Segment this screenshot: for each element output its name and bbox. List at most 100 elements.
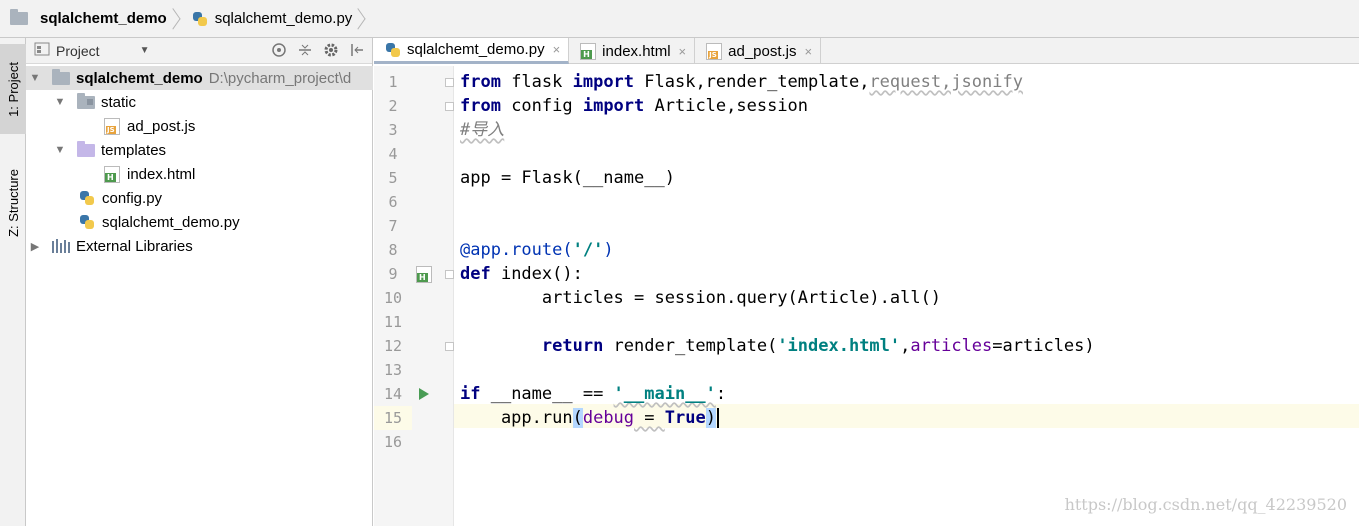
line-number: 1 bbox=[388, 73, 398, 91]
python-file-icon bbox=[78, 214, 96, 230]
tab-label: index.html bbox=[602, 42, 671, 60]
line-number: 7 bbox=[388, 217, 398, 235]
line-number: 5 bbox=[388, 169, 398, 187]
project-view-selector[interactable]: Project bbox=[56, 43, 100, 59]
code-line-12: return render_template('index.html',arti… bbox=[541, 336, 1095, 356]
fold-icon[interactable] bbox=[444, 70, 454, 94]
breadcrumb-separator bbox=[173, 0, 187, 38]
tree-item-main[interactable]: sqlalchemt_demo.py bbox=[26, 210, 373, 234]
chevron-down-icon[interactable]: ▼ bbox=[53, 144, 67, 156]
tree-item-root[interactable]: ▼ sqlalchemt_demo D:\pycharm_project\d bbox=[26, 66, 373, 90]
fold-icon[interactable] bbox=[444, 94, 454, 118]
chevron-down-icon[interactable]: ▼ bbox=[53, 96, 67, 108]
tree-root-label: sqlalchemt_demo bbox=[76, 69, 203, 87]
tree-item-label: ad_post.js bbox=[127, 117, 196, 135]
line-number: 13 bbox=[383, 361, 403, 379]
tool-window-strip: 1: Project Z: Structure bbox=[0, 38, 26, 526]
code-line-3: #导入 bbox=[460, 120, 505, 140]
breadcrumb-separator bbox=[358, 0, 372, 38]
html-file-icon bbox=[103, 165, 121, 183]
js-file-icon bbox=[705, 42, 723, 60]
fold-icon[interactable] bbox=[444, 334, 454, 358]
tab-sqlalchemt-demo-py[interactable]: sqlalchemt_demo.py × bbox=[374, 38, 570, 64]
line-number: 10 bbox=[383, 289, 403, 307]
chevron-down-icon[interactable]: ▼ bbox=[28, 72, 42, 84]
line-number: 6 bbox=[388, 193, 398, 211]
structure-tool-label: Z: Structure bbox=[5, 169, 21, 237]
line-number: 9 bbox=[388, 265, 398, 283]
tree-item-label: config.py bbox=[102, 189, 163, 207]
line-number: 11 bbox=[383, 313, 403, 331]
breadcrumb-project[interactable]: sqlalchemt_demo bbox=[10, 0, 167, 37]
html-template-gutter-icon[interactable] bbox=[412, 262, 436, 286]
tree-item-templates[interactable]: ▼ templates bbox=[26, 138, 373, 162]
tree-item-label: templates bbox=[101, 141, 167, 159]
tab-structure-tool[interactable]: Z: Structure bbox=[0, 148, 26, 258]
code-line-10: articles = session.query(Article).all() bbox=[460, 288, 942, 308]
tree-item-static[interactable]: ▼ static bbox=[26, 90, 373, 114]
text-caret bbox=[716, 408, 719, 428]
editor-gutter: 1 2 3 4 5 6 7 8 9 10 11 12 13 14 15 16 bbox=[374, 66, 454, 526]
editor-tabs: sqlalchemt_demo.py × index.html × ad_pos… bbox=[374, 38, 1359, 64]
tree-item-config[interactable]: config.py bbox=[26, 186, 373, 210]
locate-icon[interactable] bbox=[270, 41, 288, 59]
run-icon[interactable] bbox=[412, 382, 436, 406]
settings-icon[interactable] bbox=[322, 41, 340, 59]
line-number: 3 bbox=[388, 121, 398, 139]
caret-down-icon[interactable]: ▼ bbox=[140, 45, 150, 56]
breadcrumb-file-label: sqlalchemt_demo.py bbox=[214, 10, 353, 27]
chevron-right-icon[interactable]: ▶ bbox=[28, 240, 42, 253]
python-file-icon bbox=[191, 11, 209, 27]
line-number: 14 bbox=[383, 385, 403, 403]
close-icon[interactable]: × bbox=[553, 42, 561, 57]
project-panel-header: Project ▼ bbox=[26, 38, 372, 64]
tree-item-index[interactable]: index.html bbox=[26, 162, 373, 186]
tab-index-html[interactable]: index.html × bbox=[569, 38, 696, 64]
folder-icon bbox=[77, 92, 95, 110]
library-icon bbox=[52, 238, 70, 254]
tab-project-tool[interactable]: 1: Project bbox=[0, 44, 26, 134]
tree-item-external-libraries[interactable]: ▶ External Libraries bbox=[26, 234, 373, 258]
tree-item-label: index.html bbox=[127, 165, 196, 183]
tree-root-path: D:\pycharm_project\d bbox=[208, 69, 352, 87]
code-text-area[interactable]: from flask import Flask,render_template,… bbox=[454, 66, 1359, 526]
close-icon[interactable]: × bbox=[805, 44, 813, 59]
line-number: 16 bbox=[383, 433, 403, 451]
code-line-5: app = Flask(__name__) bbox=[460, 168, 675, 188]
watermark-text: https://blog.csdn.net/qq_42239520 bbox=[1064, 495, 1347, 514]
tree-item-label: sqlalchemt_demo.py bbox=[102, 213, 240, 231]
project-tool-label: 1: Project bbox=[5, 61, 21, 117]
folder-icon bbox=[52, 68, 70, 86]
html-file-icon bbox=[579, 42, 597, 60]
fold-icon[interactable] bbox=[444, 262, 454, 286]
code-line-9: def index(): bbox=[460, 264, 583, 284]
line-number: 8 bbox=[388, 241, 398, 259]
line-number: 12 bbox=[383, 337, 403, 355]
line-number: 2 bbox=[388, 97, 398, 115]
code-line-15: app.run(debug = True) bbox=[460, 406, 719, 430]
line-number: 15 bbox=[374, 406, 412, 430]
code-line-2: from config import Article,session bbox=[460, 96, 809, 116]
tab-label: ad_post.js bbox=[728, 42, 797, 60]
tab-label: sqlalchemt_demo.py bbox=[407, 41, 545, 58]
code-editor: sqlalchemt_demo.py × index.html × ad_pos… bbox=[374, 38, 1359, 526]
navigation-bar: sqlalchemt_demo sqlalchemt_demo.py bbox=[0, 0, 1359, 38]
tab-ad-post-js[interactable]: ad_post.js × bbox=[695, 38, 822, 64]
breadcrumb-project-label: sqlalchemt_demo bbox=[40, 10, 167, 27]
folder-icon bbox=[77, 140, 95, 158]
line-number: 4 bbox=[388, 145, 398, 163]
collapse-icon[interactable] bbox=[296, 41, 314, 59]
code-line-1: from flask import Flask,render_template,… bbox=[460, 72, 1023, 92]
code-line-8: @app.route('/') bbox=[460, 240, 614, 260]
python-file-icon bbox=[384, 42, 402, 58]
tree-item-ad-post[interactable]: ad_post.js bbox=[26, 114, 373, 138]
folder-icon bbox=[10, 9, 28, 27]
breadcrumb-file[interactable]: sqlalchemt_demo.py bbox=[191, 0, 353, 37]
python-file-icon bbox=[78, 190, 96, 206]
hide-icon[interactable] bbox=[348, 41, 366, 59]
close-icon[interactable]: × bbox=[679, 44, 687, 59]
tree-item-label: External Libraries bbox=[76, 237, 193, 255]
tree-item-label: static bbox=[101, 93, 137, 111]
project-view-icon bbox=[34, 42, 50, 59]
code-line-14: if __name__ == '__main__': bbox=[460, 384, 727, 404]
